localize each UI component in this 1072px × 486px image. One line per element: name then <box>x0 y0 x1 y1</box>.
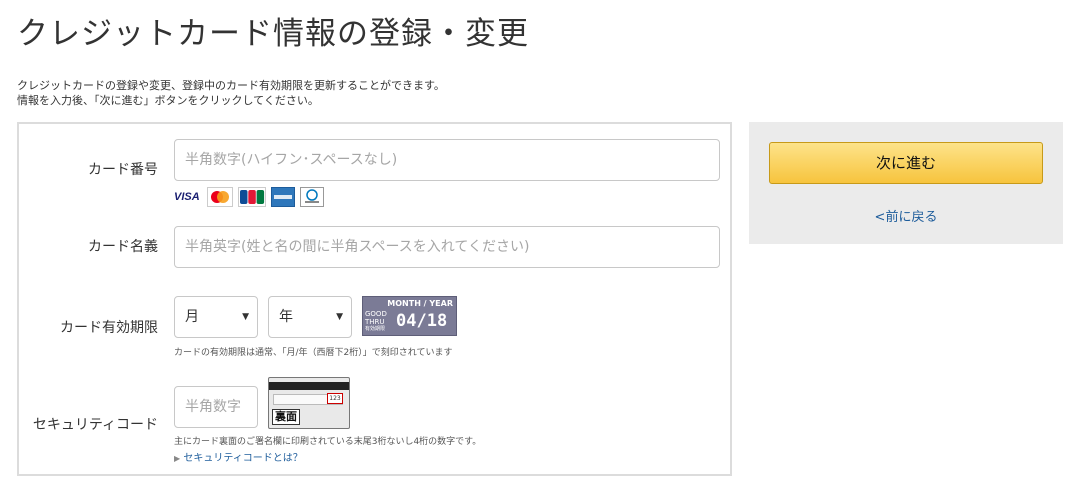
security-code-help-link[interactable]: ▶ セキュリティコードとは？ <box>174 449 303 464</box>
back-link[interactable]: <前に戻る <box>749 206 1063 225</box>
chevron-down-icon: ▼ <box>242 312 249 322</box>
security-code-input[interactable] <box>174 386 258 428</box>
security-code-sample-number: 123 <box>327 393 343 404</box>
expiry-hint: カードの有効期限は通常、「月/年（西暦下2桁）」で刻印されています <box>174 348 453 358</box>
card-number-label: カード番号 <box>88 162 158 178</box>
security-code-hint: 主にカード裏面のご署名欄に印刷されている末尾3桁ないし4桁の数字です。 <box>174 437 482 447</box>
diners-club-logo-icon <box>300 187 324 207</box>
security-code-help-text: セキュリティコードとは？ <box>183 453 303 464</box>
page-title: クレジットカード情報の登録・変更 <box>17 16 529 52</box>
expiry-sample-header: MONTH / YEAR <box>387 299 453 308</box>
magnetic-stripe <box>269 382 349 390</box>
amex-logo-icon <box>271 187 295 207</box>
security-code-label: セキュリティコード <box>32 417 158 433</box>
expiry-month-value: 月 <box>185 309 199 325</box>
card-name-input[interactable] <box>174 226 720 268</box>
expiry-month-select[interactable]: 月 ▼ <box>174 296 258 338</box>
next-button[interactable]: 次に進む <box>769 142 1043 184</box>
chevron-down-icon: ▼ <box>336 312 343 322</box>
expiry-year-select[interactable]: 年 ▼ <box>268 296 352 338</box>
intro-text: クレジットカードの登録や変更、登録中のカード有効期限を更新することができます。 … <box>17 78 445 108</box>
mastercard-logo-icon <box>207 187 233 207</box>
jcb-logo-icon <box>238 187 266 207</box>
expiry-sample-image: MONTH / YEAR GOOD THRU 有効期限 04/18 <box>362 296 457 336</box>
card-form: カード番号 VISA カ <box>17 122 732 476</box>
visa-logo-icon: VISA <box>174 191 200 203</box>
card-name-label: カード名義 <box>88 239 158 255</box>
intro-line-2: 情報を入力後、「次に進む」ボタンをクリックしてください。 <box>17 94 319 107</box>
action-panel: 次に進む <前に戻る <box>749 122 1063 244</box>
expiry-sample-thru: THRU <box>365 318 385 326</box>
card-back-label: 裏面 <box>272 409 300 425</box>
intro-line-1: クレジットカードの登録や変更、登録中のカード有効期限を更新することができます。 <box>17 79 445 92</box>
caret-right-icon: ▶ <box>174 454 181 463</box>
expiry-year-value: 年 <box>279 309 293 325</box>
expiry-sample-jp: 有効期限 <box>365 326 386 332</box>
expiry-sample-value: 04/18 <box>396 311 448 331</box>
expiry-label: カード有効期限 <box>60 320 158 336</box>
card-number-input[interactable] <box>174 139 720 181</box>
expiry-sample-good: GOOD <box>365 310 387 318</box>
security-code-sample-image: 123 裏面 <box>268 377 350 429</box>
